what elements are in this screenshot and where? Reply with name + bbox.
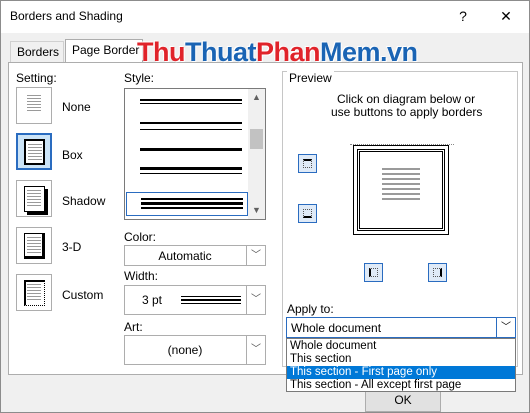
setting-shadow-label[interactable]: Shadow xyxy=(62,194,105,208)
borders-and-shading-dialog: Borders and Shading ? ✕ Borders Page Bor… xyxy=(0,0,530,413)
close-button[interactable]: ✕ xyxy=(496,6,516,26)
chevron-down-icon[interactable]: ﹀ xyxy=(496,318,515,337)
style-scrollbar[interactable]: ▲ ▼ xyxy=(248,89,265,219)
art-label: Art: xyxy=(124,320,143,334)
scroll-down-icon[interactable]: ▼ xyxy=(248,202,265,219)
apply-to-dropdown-list[interactable]: Whole document This section This section… xyxy=(286,338,516,392)
apply-to-label: Apply to: xyxy=(287,302,334,316)
dialog-title: Borders and Shading xyxy=(10,9,123,23)
none-setting-icon[interactable] xyxy=(16,87,52,124)
style-option-double-thin[interactable] xyxy=(140,99,242,101)
setting-box-label[interactable]: Box xyxy=(62,148,83,162)
width-label: Width: xyxy=(124,269,159,283)
top-border-button[interactable] xyxy=(298,154,317,173)
style-option-thin[interactable] xyxy=(140,122,242,124)
preview-hint-line2: use buttons to apply borders xyxy=(331,105,483,119)
scroll-thumb[interactable] xyxy=(250,129,263,149)
left-border-button[interactable] xyxy=(364,263,383,282)
bottom-border-button[interactable] xyxy=(298,204,317,223)
setting-3d-label[interactable]: 3-D xyxy=(62,240,81,254)
chevron-down-icon[interactable]: ﹀ xyxy=(246,246,265,265)
preview-diagram[interactable] xyxy=(353,145,449,235)
help-button[interactable]: ? xyxy=(453,6,473,26)
chevron-down-icon[interactable]: ﹀ xyxy=(246,336,265,364)
preview-label: Preview xyxy=(287,71,334,85)
custom-setting-icon[interactable] xyxy=(16,274,52,311)
box-setting-icon[interactable] xyxy=(16,133,52,170)
tab-page-border[interactable]: Page Border xyxy=(65,39,143,63)
apply-to-option-highlighted[interactable]: This section - First page only xyxy=(287,366,515,379)
chevron-down-icon[interactable]: ﹀ xyxy=(246,286,265,314)
ok-button[interactable]: OK xyxy=(365,389,441,412)
style-label: Style: xyxy=(124,71,155,85)
scroll-up-icon[interactable]: ▲ xyxy=(248,89,265,106)
style-option-selected[interactable] xyxy=(126,192,248,216)
width-combo[interactable]: 3 pt ﹀ xyxy=(124,285,266,315)
apply-to-value: Whole document xyxy=(291,321,382,335)
style-option-thick-thin[interactable] xyxy=(140,167,242,170)
setting-none-label[interactable]: None xyxy=(62,100,91,114)
watermark-logo: ThuThuatPhanMem.vn xyxy=(137,37,418,67)
right-border-button[interactable] xyxy=(428,263,447,282)
title-bar: Borders and Shading ? ✕ xyxy=(1,1,529,33)
color-label: Color: xyxy=(124,230,157,244)
preview-hint-line1: Click on diagram below or xyxy=(337,92,476,106)
apply-to-option[interactable]: This section - All except first page xyxy=(287,379,515,392)
apply-to-option[interactable]: Whole document xyxy=(287,340,515,353)
setting-custom-label[interactable]: Custom xyxy=(62,288,103,302)
art-value: (none) xyxy=(167,343,203,357)
style-listbox[interactable]: ▲ ▼ xyxy=(124,88,266,220)
color-combo[interactable]: Automatic ﹀ xyxy=(124,245,266,266)
apply-to-combo[interactable]: Whole document ﹀ xyxy=(286,317,516,338)
tab-borders[interactable]: Borders xyxy=(10,41,64,63)
art-combo[interactable]: (none) ﹀ xyxy=(124,335,266,365)
shadow-setting-icon[interactable] xyxy=(16,180,52,217)
color-value: Automatic xyxy=(158,249,212,263)
style-option-medium[interactable] xyxy=(140,148,242,151)
3d-setting-icon[interactable] xyxy=(16,227,52,264)
apply-to-option[interactable]: This section xyxy=(287,353,515,366)
setting-label: Setting: xyxy=(16,71,57,85)
width-value: 3 pt xyxy=(142,293,163,307)
